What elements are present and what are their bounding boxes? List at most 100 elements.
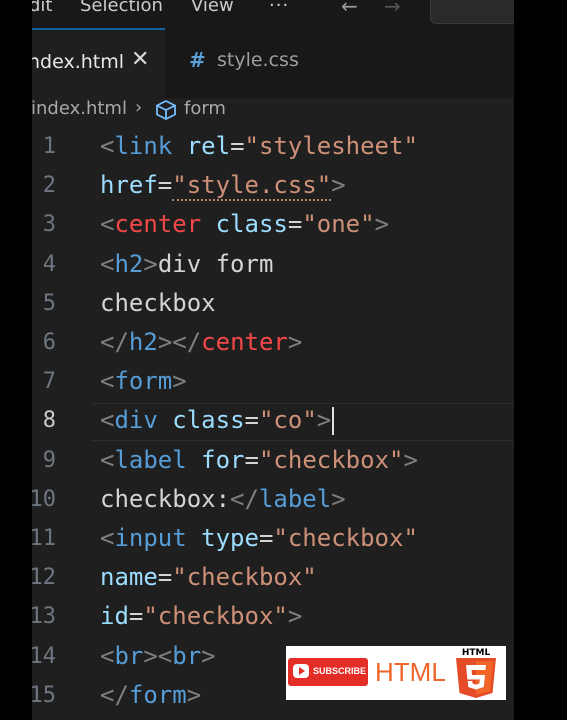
- code-text: <form>: [100, 367, 187, 395]
- code-tag: br: [172, 641, 202, 670]
- code-text: <h2>div form: [100, 250, 273, 278]
- code-line[interactable]: 11 <input type="checkbox": [32, 520, 514, 559]
- code-text: div form: [157, 249, 274, 278]
- code-string: "checkbox": [143, 602, 288, 631]
- line-number: 5: [42, 290, 56, 316]
- cube-icon: [156, 99, 176, 121]
- arrow-left-icon[interactable]: ←: [341, 0, 358, 18]
- code-punctuation: >: [143, 249, 158, 278]
- code-error-tag: center: [114, 210, 202, 239]
- code-operator: =: [287, 210, 303, 239]
- line-number: 2: [42, 173, 56, 199]
- code-line[interactable]: 8 <div class="co">: [32, 402, 514, 442]
- code-line[interactable]: 6 </h2></center>: [32, 324, 514, 363]
- code-punctuation: <: [100, 367, 115, 396]
- code-line[interactable]: 2 href="style.css">: [32, 167, 514, 206]
- code-tag: h2: [128, 328, 158, 356]
- code-string: "stylesheet": [244, 132, 418, 160]
- code-tag: div: [114, 406, 158, 435]
- code-operator: =: [258, 524, 274, 552]
- tab-bar: ndex.html ✕ # style.css: [32, 28, 514, 98]
- code-punctuation: </: [230, 484, 259, 513]
- code-punctuation: <: [100, 132, 115, 160]
- line-number: 3: [42, 212, 56, 238]
- html5-logo-icon: HTML: [456, 648, 496, 698]
- code-tag: br: [114, 641, 144, 670]
- code-line[interactable]: 9 <label for="checkbox">: [32, 442, 514, 481]
- code-line[interactable]: 12 name="checkbox": [32, 559, 514, 598]
- code-attribute: name: [100, 563, 158, 592]
- code-punctuation: >: [186, 680, 202, 709]
- code-text: <br><br>: [100, 642, 216, 670]
- code-attribute: class: [172, 406, 245, 435]
- code-line[interactable]: 7 <form>: [32, 363, 514, 402]
- line-number: 11: [32, 526, 56, 551]
- code-punctuation: >: [403, 445, 418, 474]
- video-frame-border: [514, 0, 567, 720]
- html-title: HTML: [375, 657, 446, 687]
- tab-style-css[interactable]: # style.css: [180, 28, 330, 98]
- line-number: 8: [42, 408, 56, 434]
- code-text: <link rel="stylesheet": [100, 132, 418, 160]
- menu-selection[interactable]: Selection: [80, 0, 163, 16]
- breadcrumb-symbol[interactable]: form: [184, 98, 226, 119]
- code-string: "checkbox": [273, 524, 418, 552]
- code-punctuation: <: [100, 406, 115, 435]
- code-tag: label: [258, 484, 332, 513]
- code-text: id="checkbox">: [100, 602, 302, 630]
- line-number: 4: [42, 251, 56, 277]
- code-line[interactable]: 10 checkbox:</label>: [32, 481, 514, 520]
- code-line[interactable]: 5 checkbox: [32, 285, 514, 324]
- code-text: </form>: [100, 681, 201, 709]
- code-punctuation: <: [100, 210, 115, 239]
- code-attribute: class: [215, 210, 288, 239]
- line-number: 14: [32, 643, 56, 669]
- breadcrumb: index.html › form: [32, 97, 514, 124]
- code-punctuation: ></: [157, 328, 202, 356]
- code-string: "style.css": [172, 171, 332, 202]
- code-punctuation: >: [316, 406, 332, 435]
- code-tag: form: [114, 367, 173, 396]
- code-line[interactable]: 13 id="checkbox">: [32, 598, 514, 637]
- code-text: checkbox:</label>: [100, 485, 346, 513]
- code-punctuation: <: [100, 641, 115, 670]
- code-text: checkbox:: [100, 484, 231, 513]
- code-text: </h2></center>: [100, 328, 302, 356]
- menu-more-button[interactable]: ···: [269, 0, 289, 16]
- code-line[interactable]: 1 <link rel="stylesheet": [32, 128, 514, 167]
- arrow-right-icon[interactable]: →: [384, 0, 401, 18]
- code-tag: link: [114, 132, 173, 160]
- code-line[interactable]: 3 <center class="one">: [32, 206, 514, 245]
- subscribe-button[interactable]: SUBSCRIBE: [288, 658, 368, 686]
- line-number: 10: [32, 486, 56, 512]
- code-operator: =: [157, 171, 173, 200]
- code-error-tag: center: [201, 328, 288, 356]
- code-text: <center class="one">: [100, 210, 389, 238]
- code-tag: input: [114, 524, 187, 552]
- tab-index-html[interactable]: ndex.html ✕: [32, 28, 165, 98]
- code-string: "checkbox": [258, 445, 404, 474]
- code-attribute: href: [100, 171, 158, 200]
- code-punctuation: <: [100, 445, 115, 474]
- text-cursor: [332, 407, 335, 436]
- line-number: 9: [42, 447, 56, 473]
- command-center[interactable]: [430, 0, 514, 24]
- youtube-play-icon: [293, 664, 309, 678]
- code-text: <div class="co">: [100, 406, 335, 436]
- menu-view[interactable]: View: [191, 0, 234, 16]
- code-text: checkbox: [100, 288, 216, 317]
- code-operator: =: [244, 445, 259, 474]
- code-line[interactable]: 4 <h2>div form: [32, 246, 514, 285]
- code-punctuation: <: [100, 524, 115, 552]
- menu-edit[interactable]: dit: [32, 0, 52, 16]
- code-punctuation: ><: [143, 641, 173, 670]
- code-tag: h2: [114, 249, 144, 278]
- close-icon[interactable]: ✕: [131, 47, 149, 72]
- line-number: 7: [42, 369, 56, 395]
- code-punctuation: >: [374, 210, 390, 239]
- breadcrumb-file[interactable]: index.html: [32, 98, 127, 119]
- code-operator: =: [128, 602, 144, 631]
- code-operator: =: [157, 563, 173, 592]
- code-punctuation: <: [100, 249, 115, 278]
